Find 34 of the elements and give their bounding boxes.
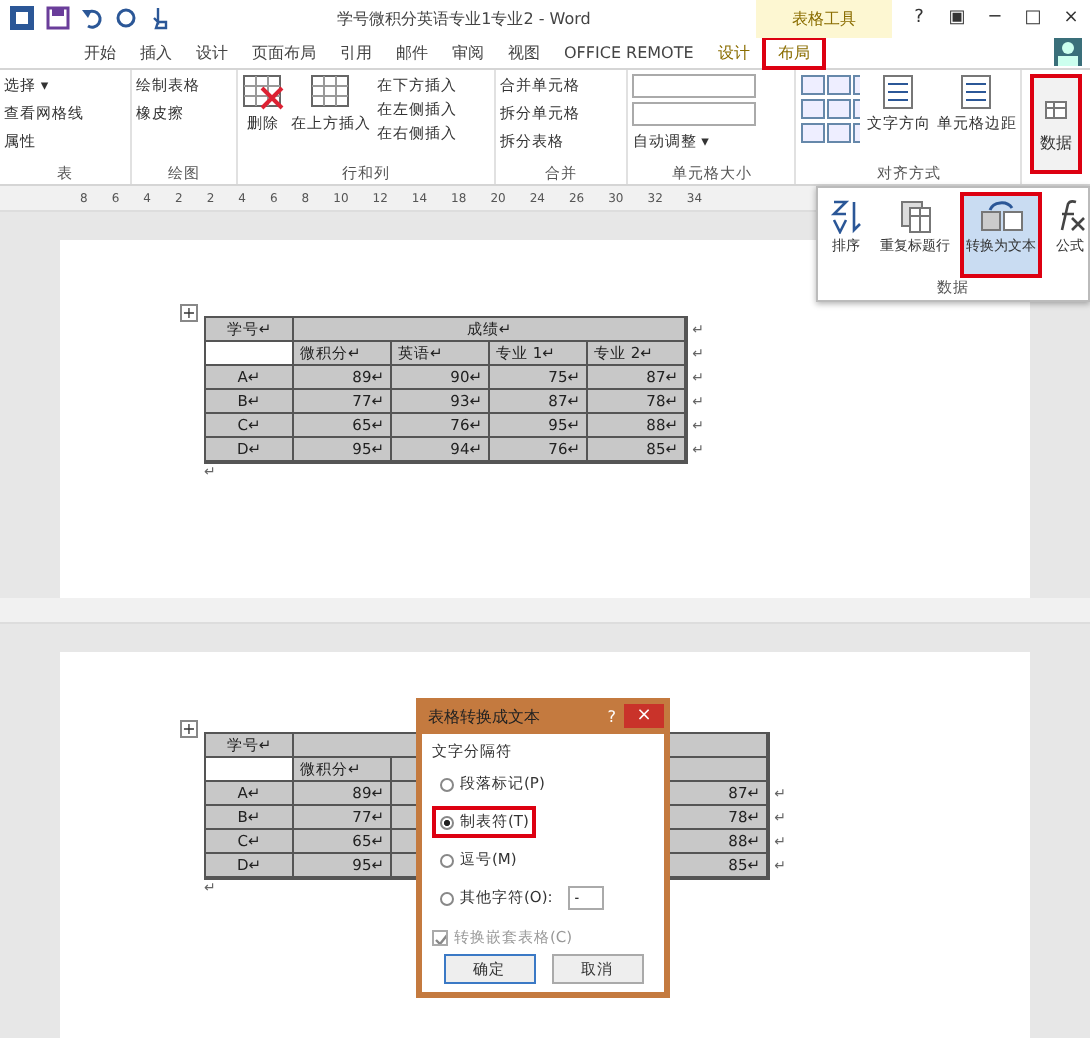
window-title: 学号微积分英语专业1专业2 - Word: [335, 7, 593, 29]
account-avatar-icon[interactable]: [1054, 38, 1082, 66]
ribbon-tab[interactable]: 插入: [128, 35, 184, 69]
window-control[interactable]: ▣: [938, 0, 976, 36]
ribbon-tab[interactable]: 审阅: [440, 35, 496, 69]
sort-icon: [828, 198, 864, 234]
ribbon-tab[interactable]: 引用: [328, 35, 384, 69]
height-spin-field[interactable]: [632, 74, 757, 98]
table-move-handle[interactable]: +: [180, 720, 198, 738]
undo-icon[interactable]: [80, 6, 104, 30]
table-data-icon: [1042, 95, 1071, 119]
ribbon-tab[interactable]: 视图: [496, 35, 552, 69]
repeat-header-icon: [897, 198, 933, 234]
table-to-text-icon: [979, 198, 1023, 234]
table-move-handle[interactable]: +: [180, 304, 198, 322]
window-control[interactable]: □: [1014, 0, 1052, 36]
dialog-title: 表格转换成文本: [426, 705, 542, 727]
alignment-grid-icon[interactable]: [800, 74, 861, 146]
window-control[interactable]: ?: [900, 0, 938, 36]
save-icon[interactable]: [46, 6, 70, 30]
window-control[interactable]: ─: [976, 0, 1014, 36]
window-control[interactable]: ×: [1052, 0, 1090, 36]
word-logo-icon[interactable]: [8, 4, 36, 32]
data-button[interactable]: 数据: [1030, 74, 1082, 174]
redo-icon[interactable]: [114, 6, 138, 30]
ribbon-tab[interactable]: 邮件: [384, 35, 440, 69]
ribbon-tab[interactable]: OFFICE REMOTE: [552, 35, 706, 69]
ribbon-tab[interactable]: 设计: [705, 35, 762, 69]
ribbon-tab[interactable]: 开始: [72, 35, 128, 69]
ribbon-tab[interactable]: 设计: [184, 35, 240, 69]
ribbon-tab[interactable]: 页面布局: [240, 35, 328, 69]
width-spin-field[interactable]: [632, 102, 757, 126]
close-button[interactable]: ×: [624, 704, 664, 728]
context-tab-group: 表格工具: [756, 0, 892, 37]
